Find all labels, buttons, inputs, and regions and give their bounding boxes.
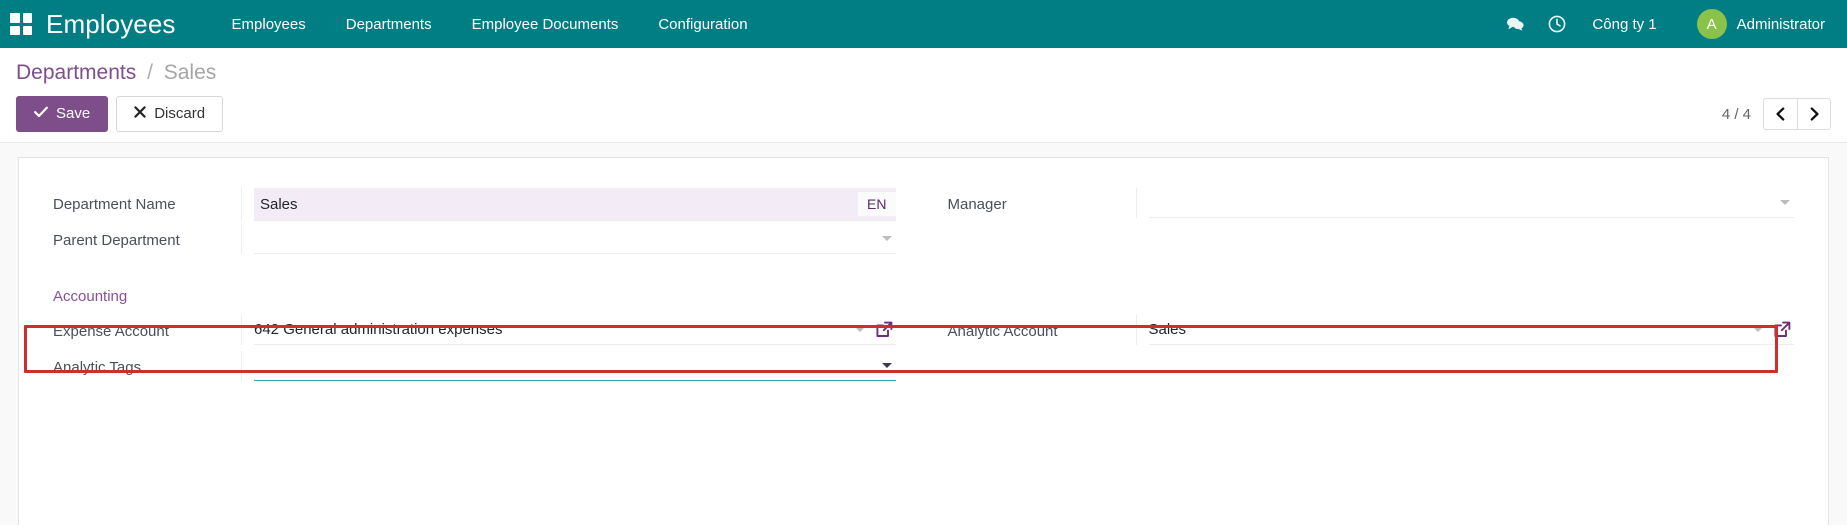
- field-row-analytic-account: Analytic Account Sales: [947, 315, 1794, 351]
- top-navbar: Employees Employees Departments Employee…: [0, 0, 1847, 48]
- form-sheet: Department Name Sales EN Parent Departme…: [18, 157, 1829, 525]
- analytic-tags-value-cell: [241, 351, 896, 381]
- expense-account-input[interactable]: 642 General administration expenses: [254, 315, 896, 345]
- apps-grid-square: [22, 25, 32, 35]
- analytic-tags-label: Analytic Tags: [53, 359, 142, 376]
- chevron-down-caret-icon[interactable]: [1753, 327, 1763, 332]
- analytic-account-value-cell: Sales: [1135, 315, 1794, 345]
- form-sheet-background: Department Name Sales EN Parent Departme…: [0, 143, 1847, 525]
- breadcrumb-item-current: Sales: [163, 61, 217, 84]
- form-accounting-groups: Expense Account 642 General administrati…: [53, 315, 1794, 387]
- avatar: A: [1696, 9, 1727, 39]
- language-badge[interactable]: EN: [858, 192, 896, 216]
- accounting-group-left: Expense Account 642 General administrati…: [53, 315, 924, 387]
- chat-bubble-icon[interactable]: [1494, 0, 1536, 48]
- expense-account-text: 642 General administration expenses: [254, 321, 503, 338]
- parent-department-input[interactable]: [254, 224, 896, 254]
- analytic-account-input[interactable]: Sales: [1148, 315, 1794, 345]
- user-name-label: Administrator: [1736, 15, 1825, 33]
- field-row-analytic-tags: Analytic Tags: [53, 351, 896, 387]
- manager-label: Manager: [947, 196, 1007, 213]
- analytic-tags-input[interactable]: [254, 351, 896, 381]
- navbar-right-zone: Công ty 1 A Administrator: [1494, 0, 1825, 48]
- analytic-account-text: Sales: [1148, 321, 1187, 338]
- chevron-down-caret-icon[interactable]: [1780, 200, 1790, 205]
- external-link-icon[interactable]: [1773, 320, 1792, 339]
- field-row-department-name: Department Name Sales EN: [53, 188, 896, 224]
- discard-button[interactable]: Discard: [116, 96, 224, 132]
- accounting-group-right: Analytic Account Sales: [924, 315, 1794, 387]
- analytic-account-label: Analytic Account: [947, 323, 1058, 340]
- menu-item-employee-documents[interactable]: Employee Documents: [452, 2, 639, 47]
- manager-input[interactable]: [1148, 188, 1794, 218]
- expense-account-value-cell: 642 General administration expenses: [241, 315, 896, 345]
- menu-item-departments[interactable]: Departments: [326, 2, 452, 47]
- chevron-left-icon[interactable]: [1763, 98, 1797, 130]
- parent-department-value-cell: [241, 224, 896, 254]
- check-icon: [34, 104, 48, 124]
- app-brand-title[interactable]: Employees: [46, 9, 176, 40]
- form-group-right: Manager: [924, 188, 1794, 260]
- clock-icon[interactable]: [1536, 0, 1578, 48]
- save-button[interactable]: Save: [16, 96, 109, 132]
- save-button-label: Save: [56, 105, 91, 122]
- field-row-parent-department: Parent Department: [53, 224, 896, 260]
- apps-grid-square: [22, 13, 32, 23]
- user-menu[interactable]: A Administrator: [1675, 9, 1825, 39]
- close-x-icon: [134, 104, 146, 124]
- company-switcher[interactable]: Công ty 1: [1578, 16, 1674, 33]
- breadcrumb: Departments / Sales: [16, 60, 1831, 86]
- department-name-input[interactable]: Sales EN: [254, 188, 896, 221]
- apps-grid-square: [10, 25, 20, 35]
- field-row-expense-account: Expense Account 642 General administrati…: [53, 315, 896, 351]
- main-menu: Employees Departments Employee Documents…: [212, 2, 768, 47]
- parent-department-label: Parent Department: [53, 232, 180, 249]
- record-pager: 4 / 4: [1722, 98, 1831, 130]
- accounting-section-title: Accounting: [53, 288, 128, 305]
- department-name-label: Department Name: [53, 196, 176, 213]
- menu-item-employees[interactable]: Employees: [212, 2, 326, 47]
- breadcrumb-item-departments[interactable]: Departments: [16, 61, 136, 84]
- manager-value-cell: [1135, 188, 1794, 218]
- department-name-text: Sales: [260, 195, 298, 213]
- form-group-left: Department Name Sales EN Parent Departme…: [53, 188, 924, 260]
- expense-account-label: Expense Account: [53, 323, 169, 340]
- control-panel: Departments / Sales Save Discard 4 / 4: [0, 48, 1847, 143]
- chevron-down-caret-icon[interactable]: [854, 327, 865, 332]
- form-top-groups: Department Name Sales EN Parent Departme…: [53, 188, 1794, 260]
- department-name-value-cell: Sales EN: [241, 188, 896, 221]
- chevron-down-caret-icon[interactable]: [881, 363, 892, 368]
- external-link-icon[interactable]: [875, 320, 894, 339]
- pager-buttons: [1763, 98, 1831, 130]
- chevron-down-caret-icon[interactable]: [881, 236, 892, 241]
- chevron-right-icon[interactable]: [1797, 98, 1831, 130]
- breadcrumb-separator: /: [147, 61, 153, 84]
- apps-grid-square: [10, 13, 20, 23]
- field-row-manager: Manager: [947, 188, 1794, 224]
- discard-button-label: Discard: [154, 105, 206, 122]
- menu-item-configuration[interactable]: Configuration: [638, 2, 767, 47]
- form-action-buttons: Save Discard: [16, 96, 1831, 132]
- apps-grid-icon[interactable]: [10, 13, 32, 35]
- pager-count-label: 4 / 4: [1721, 105, 1751, 123]
